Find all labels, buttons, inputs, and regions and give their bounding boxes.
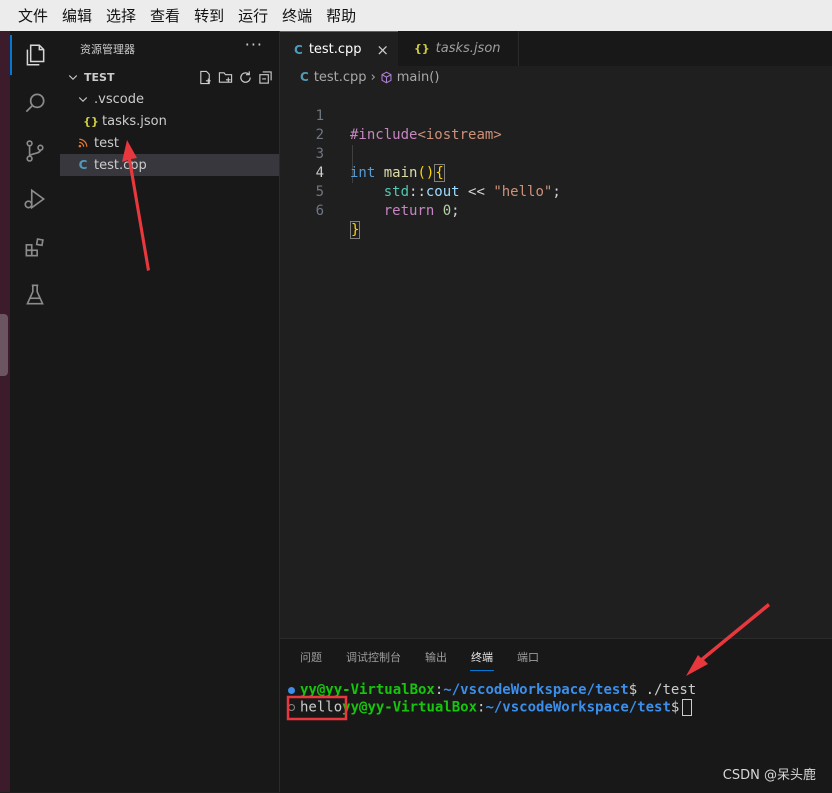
rss-icon (76, 136, 90, 150)
refresh-icon[interactable] (238, 70, 253, 85)
breadcrumb: C test.cpp › main() (280, 66, 832, 88)
explorer-icon[interactable] (10, 31, 60, 79)
chevron-down-icon (66, 70, 80, 84)
chevron-down-icon (76, 92, 90, 106)
menu-help[interactable]: 帮助 (319, 5, 363, 26)
dock-handle[interactable] (0, 314, 8, 376)
tab-tasks-json[interactable]: {} tasks.json (398, 31, 519, 66)
line-number: 6 (315, 203, 324, 219)
desktop-edge (0, 31, 10, 792)
source-control-icon[interactable] (10, 127, 60, 175)
tree-item-label: test (94, 135, 119, 151)
menu-terminal[interactable]: 终端 (275, 5, 319, 26)
file-test-cpp[interactable]: C test.cpp (60, 154, 279, 176)
chevron-right-icon: › (370, 69, 376, 85)
menu-view[interactable]: 查看 (143, 5, 187, 26)
breadcrumb-file[interactable]: test.cpp (314, 70, 367, 85)
tab-output[interactable]: 输出 (425, 649, 447, 665)
file-tasks-json[interactable]: {} tasks.json (60, 110, 279, 132)
code-line: 3 int main(){ (280, 126, 832, 182)
tree-item-label: test.cpp (94, 157, 147, 173)
json-icon: {} (83, 114, 99, 128)
method-icon (381, 71, 392, 83)
close-icon[interactable]: × (376, 41, 389, 59)
program-output: hello (300, 699, 343, 716)
tab-terminal[interactable]: 终端 (470, 649, 494, 671)
menu-edit[interactable]: 编辑 (55, 5, 99, 26)
cpp-file-icon: C (294, 42, 303, 57)
more-actions-icon[interactable]: ··· (245, 35, 263, 54)
folder-test[interactable]: TEST (60, 66, 279, 88)
code-line: 4 std::cout << "hello"; (280, 145, 832, 200)
code-line: 5 return 0; (280, 164, 832, 219)
terminal-cursor (682, 699, 693, 716)
terminal-line: helloyy@yy-VirtualBox:~/vscodeWorkspace/… (288, 699, 693, 717)
tree-item-label: tasks.json (102, 113, 167, 129)
json-icon: {} (414, 42, 430, 55)
new-folder-icon[interactable] (218, 70, 233, 85)
command-pending-icon (288, 704, 295, 711)
activity-bar (10, 31, 61, 792)
extensions-icon[interactable] (10, 223, 60, 271)
tab-problems[interactable]: 问题 (300, 649, 322, 665)
tree-item-label: .vscode (94, 91, 144, 107)
cpp-file-icon: C (300, 70, 309, 84)
folder-vscode[interactable]: .vscode (60, 88, 279, 110)
tab-debug-console[interactable]: 调试控制台 (346, 649, 401, 665)
code-editor[interactable]: 1 #include<iostream> 2 3 int main(){ 4 s… (280, 88, 832, 638)
tab-ports[interactable]: 端口 (517, 649, 539, 665)
tab-test-cpp[interactable]: C test.cpp × (280, 31, 399, 67)
code-line: 2 (280, 107, 832, 143)
command-success-icon (288, 686, 295, 694)
code-text: } (350, 221, 361, 239)
tab-label: test.cpp (308, 42, 362, 57)
folder-label: TEST (84, 70, 115, 84)
collapse-all-icon[interactable] (258, 70, 273, 85)
menu-run[interactable]: 运行 (231, 5, 275, 26)
code-text: return 0; (383, 203, 460, 219)
bottom-panel: 问题 调试控制台 输出 终端 端口 yy@yy-VirtualBox:~/vsc… (280, 638, 832, 793)
new-file-icon[interactable] (198, 70, 213, 85)
menu-selection[interactable]: 选择 (99, 5, 143, 26)
tab-label: tasks.json (435, 41, 501, 56)
menu-file[interactable]: 文件 (11, 5, 55, 26)
breadcrumb-symbol[interactable]: main() (397, 70, 440, 85)
watermark: CSDN @呆头鹿 (722, 768, 816, 783)
menu-go[interactable]: 转到 (187, 5, 231, 26)
run-debug-icon[interactable] (10, 175, 60, 223)
testing-icon[interactable] (10, 271, 60, 319)
explorer-sidebar: 资源管理器 ··· TEST .vscode {} tasks.json tes… (60, 31, 280, 792)
terminal-line: yy@yy-VirtualBox:~/vscodeWorkspace/test$… (288, 682, 696, 699)
search-icon[interactable] (10, 79, 60, 127)
file-test[interactable]: test (60, 132, 279, 154)
explorer-title: 资源管理器 (80, 43, 135, 56)
menu-bar: 文件 编辑 选择 查看 转到 运行 终端 帮助 (0, 0, 832, 32)
code-line: 6 } (280, 183, 832, 239)
editor-tabs: C test.cpp × {} tasks.json (280, 31, 832, 67)
code-line: 1 #include<iostream> (280, 88, 832, 143)
cpp-file-icon: C (78, 158, 88, 172)
folder-actions (198, 66, 273, 88)
